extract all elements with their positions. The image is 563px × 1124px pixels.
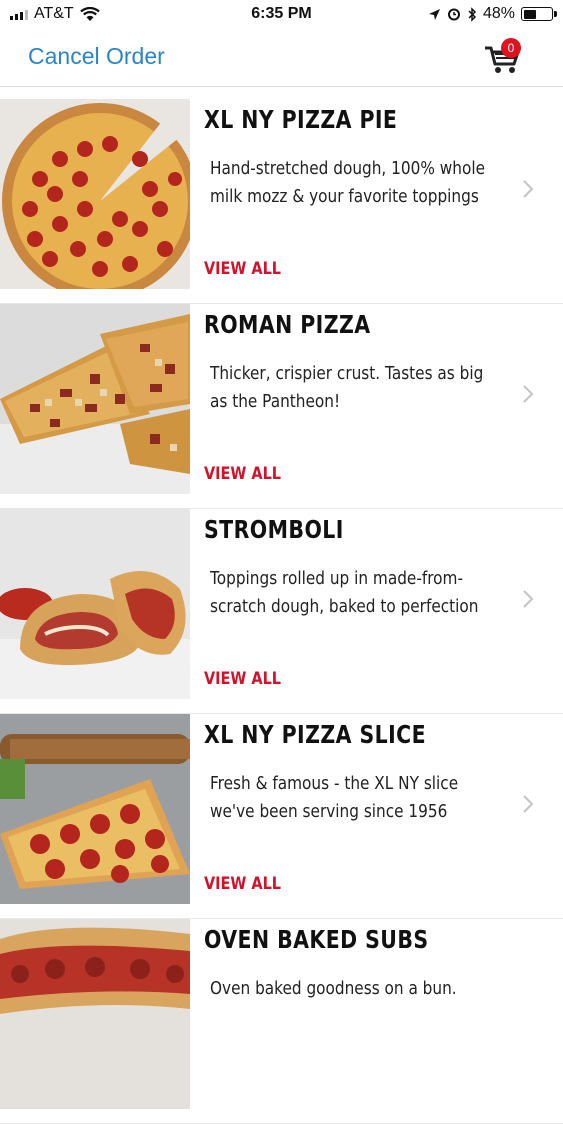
view-all-link[interactable]: VIEW ALL [204,874,281,894]
item-title: OVEN BAKED SUBS [204,925,429,954]
pizza-pie-image [0,99,190,289]
subs-image [0,919,190,1109]
description-line: Thicker, crispier crust. Tastes as big [210,363,484,384]
view-all-link[interactable]: VIEW ALL [204,464,281,484]
description-line: Fresh & famous - the XL NY slice [210,773,459,794]
cart-count-badge: 0 [501,38,521,58]
pizza-slice-image [0,714,190,904]
status-bar: AT&T 6:35 PM 48% [0,0,563,30]
description-line: scratch dough, baked to perfection [210,596,479,617]
stromboli-image [0,509,190,699]
battery-fill [523,9,536,19]
menu-item[interactable]: ROMAN PIZZA Thicker, crispier crust. Tas… [0,304,563,509]
description-line: Toppings rolled up in made-from- [210,568,463,589]
menu-item[interactable]: XL NY PIZZA SLICE Fresh & famous - the X… [0,714,563,919]
cancel-order-button[interactable]: Cancel Order [28,43,165,70]
item-title: XL NY PIZZA SLICE [204,720,427,749]
menu-list: XL NY PIZZA PIE Hand-stretched dough, 10… [0,99,563,1124]
chevron-right-icon[interactable] [522,794,534,814]
view-all-link[interactable]: VIEW ALL [204,259,281,279]
menu-item[interactable]: OVEN BAKED SUBS Oven baked goodness on a… [0,919,563,1124]
location-icon [428,8,440,20]
item-description: Oven baked goodness on a bun. [210,975,516,1003]
chevron-right-icon[interactable] [522,589,534,609]
view-all-link[interactable]: VIEW ALL [204,669,281,689]
item-description: Toppings rolled up in made-from- scratch… [210,565,516,621]
menu-item[interactable]: STROMBOLI Toppings rolled up in made-fro… [0,509,563,714]
item-description: Fresh & famous - the XL NY slice we've b… [210,770,516,826]
chevron-right-icon[interactable] [522,179,534,199]
item-title: ROMAN PIZZA [204,310,371,339]
nav-bar: Cancel Order 0 [0,30,563,87]
item-title: STROMBOLI [204,515,344,544]
battery-percent: 48% [482,5,515,22]
battery-icon [521,7,557,21]
chevron-right-icon[interactable] [522,384,534,404]
description-line: as the Pantheon! [210,391,341,412]
alarm-icon [447,8,460,21]
description-line: milk mozz & your favorite toppings [210,186,479,207]
item-description: Thicker, crispier crust. Tastes as big a… [210,360,516,416]
menu-item[interactable]: XL NY PIZZA PIE Hand-stretched dough, 10… [0,99,563,304]
bluetooth-icon [468,6,477,22]
roman-pizza-image [0,304,190,494]
item-title: XL NY PIZZA PIE [204,105,398,134]
item-description: Hand-stretched dough, 100% whole milk mo… [210,155,516,211]
description-line: Oven baked goodness on a bun. [210,978,457,999]
description-line: Hand-stretched dough, 100% whole [210,158,486,179]
description-line: we've been serving since 1956 [210,801,448,822]
status-right: 48% [428,5,557,23]
